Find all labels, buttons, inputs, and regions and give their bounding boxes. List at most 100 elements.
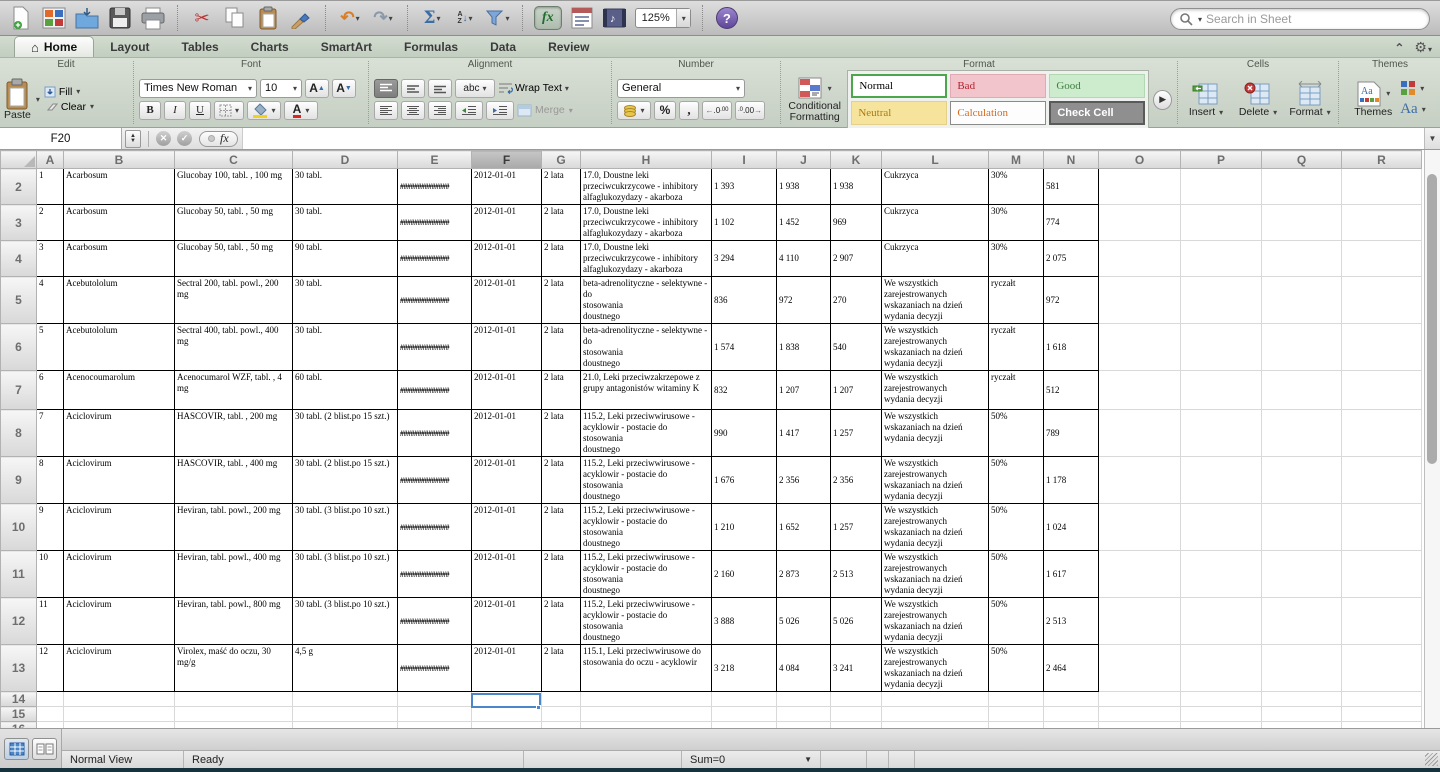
cell-F7[interactable]: 2012-01-01 [472, 371, 542, 410]
ribbon-tab-review[interactable]: Review [532, 36, 605, 57]
cell-C8[interactable]: HASCOVIR, tabl. , 200 mg [175, 410, 293, 457]
cancel-entry-button[interactable]: ✕ [156, 131, 171, 146]
cell-P8[interactable] [1181, 410, 1262, 457]
borders-button[interactable]: ▾ [214, 101, 244, 120]
decrease-decimal-button[interactable]: .0.00→ [735, 101, 765, 120]
cell-G2[interactable]: 2 lata [542, 169, 581, 205]
cell-H10[interactable]: 115.2, Leki przeciwwirusowe - acyklowir … [581, 504, 712, 551]
italic-button[interactable]: I [164, 101, 186, 120]
copy-button[interactable] [222, 4, 248, 32]
cell-J8[interactable]: 1 417 [777, 410, 831, 457]
sum-indicator[interactable]: Sum=0▼ [682, 751, 821, 768]
cell-O9[interactable] [1099, 457, 1181, 504]
cell-E10[interactable]: ############## [398, 504, 472, 551]
decrease-indent-button[interactable] [455, 101, 483, 120]
accounting-format-button[interactable]: ▾ [617, 101, 651, 120]
cell-E2[interactable]: ############## [398, 169, 472, 205]
cell-F9[interactable]: 2012-01-01 [472, 457, 542, 504]
style-check[interactable]: Check Cell [1049, 101, 1145, 125]
increase-decimal-button[interactable]: ←.0.00 [702, 101, 732, 120]
ribbon-tab-layout[interactable]: Layout [94, 36, 165, 57]
select-all-corner[interactable] [1, 151, 37, 169]
cell-H9[interactable]: 115.2, Leki przeciwwirusowe - acyklowir … [581, 457, 712, 504]
cell-H2[interactable]: 17.0, Doustne leki przeciwcukrzycowe - i… [581, 169, 712, 205]
cell-M8[interactable]: 50% [989, 410, 1044, 457]
cell-O15[interactable] [1099, 707, 1181, 722]
cell-E9[interactable]: ############## [398, 457, 472, 504]
cell-E8[interactable]: ############## [398, 410, 472, 457]
row-header-4[interactable]: 4 [1, 241, 37, 277]
cell-C14[interactable] [175, 692, 293, 707]
cell-J11[interactable]: 2 873 [777, 551, 831, 598]
cell-N13[interactable]: 2 464 [1044, 645, 1099, 692]
cell-H6[interactable]: beta-adrenolityczne - selektywne - do st… [581, 324, 712, 371]
clear-button[interactable]: Clear▾ [44, 101, 94, 113]
theme-fonts-button[interactable]: Aa▾ [1400, 101, 1426, 118]
cell-K13[interactable]: 3 241 [831, 645, 882, 692]
cell-E7[interactable]: ############## [398, 371, 472, 410]
cell-Q14[interactable] [1262, 692, 1342, 707]
cell-D4[interactable]: 90 tabl. [293, 241, 398, 277]
column-header-O[interactable]: O [1099, 151, 1181, 169]
cell-L6[interactable]: We wszystkich zarejestrowanych wskazania… [882, 324, 989, 371]
column-header-I[interactable]: I [712, 151, 777, 169]
cell-I3[interactable]: 1 102 [712, 205, 777, 241]
cell-A5[interactable]: 4 [37, 277, 64, 324]
cell-R10[interactable] [1342, 504, 1422, 551]
cell-J7[interactable]: 1 207 [777, 371, 831, 410]
insert-cells-button[interactable]: Insert▾ [1183, 81, 1229, 118]
row-header-7[interactable]: 7 [1, 371, 37, 410]
cell-L3[interactable]: Cukrzyca [882, 205, 989, 241]
cell-N7[interactable]: 512 [1044, 371, 1099, 410]
cell-P13[interactable] [1181, 645, 1262, 692]
fill-button[interactable]: Fill▾ [44, 86, 94, 98]
autosum-button[interactable]: Σ▾ [419, 4, 445, 32]
paste-dropdown-arrow[interactable]: ▾ [36, 95, 40, 104]
cell-E5[interactable]: ############## [398, 277, 472, 324]
style-calculation[interactable]: Calculation [950, 101, 1046, 125]
cell-G12[interactable]: 2 lata [542, 598, 581, 645]
cell-P2[interactable] [1181, 169, 1262, 205]
cell-I5[interactable]: 836 [712, 277, 777, 324]
cell-N9[interactable]: 1 178 [1044, 457, 1099, 504]
cell-G13[interactable]: 2 lata [542, 645, 581, 692]
cell-P11[interactable] [1181, 551, 1262, 598]
cell-I14[interactable] [712, 692, 777, 707]
cell-R8[interactable] [1342, 410, 1422, 457]
cell-Q4[interactable] [1262, 241, 1342, 277]
cell-F5[interactable]: 2012-01-01 [472, 277, 542, 324]
selected-cell-F20[interactable] [471, 693, 541, 708]
cell-L2[interactable]: Cukrzyca [882, 169, 989, 205]
row-header-13[interactable]: 13 [1, 645, 37, 692]
cell-A7[interactable]: 6 [37, 371, 64, 410]
column-header-E[interactable]: E [398, 151, 472, 169]
cell-M9[interactable]: 50% [989, 457, 1044, 504]
cell-J14[interactable] [777, 692, 831, 707]
cell-R5[interactable] [1342, 277, 1422, 324]
cell-K2[interactable]: 1 938 [831, 169, 882, 205]
cell-F10[interactable]: 2012-01-01 [472, 504, 542, 551]
cell-E11[interactable]: ############## [398, 551, 472, 598]
cell-I2[interactable]: 1 393 [712, 169, 777, 205]
cell-J2[interactable]: 1 938 [777, 169, 831, 205]
row-header-9[interactable]: 9 [1, 457, 37, 504]
fill-handle[interactable] [536, 705, 541, 710]
cell-N12[interactable]: 2 513 [1044, 598, 1099, 645]
align-middle-button[interactable] [401, 79, 425, 98]
cell-J12[interactable]: 5 026 [777, 598, 831, 645]
cell-N6[interactable]: 1 618 [1044, 324, 1099, 371]
cell-H5[interactable]: beta-adrenolityczne - selektywne - do st… [581, 277, 712, 324]
cell-M15[interactable] [989, 707, 1044, 722]
search-input[interactable] [1206, 12, 1421, 26]
cell-D7[interactable]: 60 tabl. [293, 371, 398, 410]
align-top-button[interactable] [374, 79, 398, 98]
cell-I10[interactable]: 1 210 [712, 504, 777, 551]
cell-D14[interactable] [293, 692, 398, 707]
cell-A2[interactable]: 1 [37, 169, 64, 205]
percent-style-button[interactable]: % [654, 101, 676, 120]
cell-H8[interactable]: 115.2, Leki przeciwwirusowe - acyklowir … [581, 410, 712, 457]
save-button[interactable] [107, 4, 133, 32]
cell-M12[interactable]: 50% [989, 598, 1044, 645]
cell-I7[interactable]: 832 [712, 371, 777, 410]
cell-I13[interactable]: 3 218 [712, 645, 777, 692]
